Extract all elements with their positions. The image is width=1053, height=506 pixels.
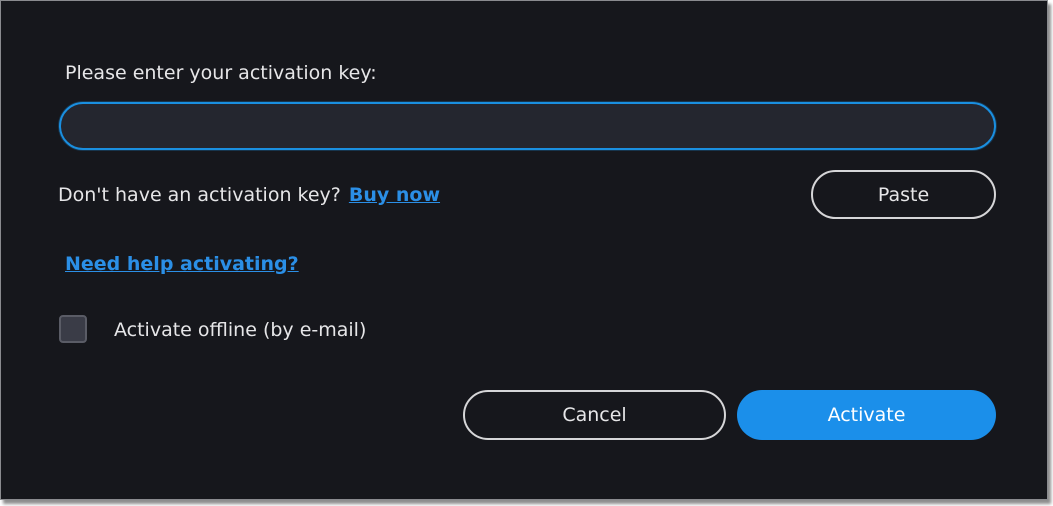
activation-dialog: Please enter your activation key: Don't … bbox=[0, 0, 1048, 500]
need-help-link[interactable]: Need help activating? bbox=[65, 252, 299, 276]
activate-offline-label[interactable]: Activate offline (by e-mail) bbox=[114, 318, 366, 342]
activation-key-prompt: Please enter your activation key: bbox=[65, 62, 377, 84]
activation-key-input[interactable] bbox=[59, 102, 996, 150]
activate-offline-checkbox[interactable] bbox=[59, 315, 87, 343]
no-key-text: Don't have an activation key? bbox=[58, 184, 341, 206]
paste-button[interactable]: Paste bbox=[811, 170, 996, 219]
buy-now-link[interactable]: Buy now bbox=[349, 184, 440, 206]
activate-button[interactable]: Activate bbox=[737, 390, 996, 440]
no-key-row: Don't have an activation key? Buy now bbox=[58, 183, 440, 207]
cancel-button[interactable]: Cancel bbox=[463, 390, 726, 440]
